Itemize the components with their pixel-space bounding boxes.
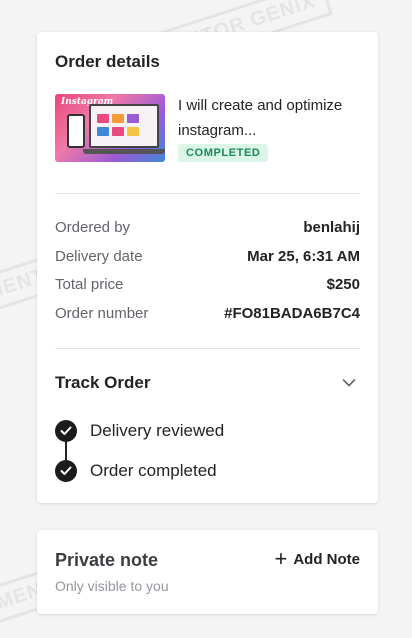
timeline-step-label: Delivery reviewed [90, 421, 225, 440]
detail-label: Ordered by [55, 218, 131, 236]
detail-row-delivery-date: Delivery date Mar 25, 6:31 AM [55, 246, 360, 266]
add-note-label: Add Note [293, 550, 360, 568]
private-note-title: Private note [55, 550, 159, 570]
divider [55, 348, 360, 349]
timeline-step-label: Order completed [90, 461, 217, 480]
private-note-subtitle: Only visible to you [55, 578, 169, 594]
laptop-illustration [83, 104, 165, 154]
detail-label: Total price [55, 275, 124, 293]
divider [55, 193, 360, 194]
plus-icon: + [274, 546, 288, 571]
track-order-title[interactable]: Track Order [55, 373, 150, 393]
detail-row-order-number: Order number #FO81BADA6B7C4 [55, 303, 360, 323]
check-circle-icon [55, 420, 77, 442]
chevron-down-icon[interactable] [342, 378, 356, 388]
detail-value: #FO81BADA6B7C4 [224, 304, 360, 322]
private-note-card: Private note Only visible to you + Add N… [37, 530, 378, 614]
phone-illustration [67, 114, 85, 148]
check-circle-icon [55, 460, 77, 482]
detail-value: Mar 25, 6:31 AM [247, 247, 360, 265]
status-badge: COMPLETED [178, 144, 269, 162]
detail-value: benlahij [303, 218, 360, 236]
gig-title[interactable]: I will create and optimize instagram... [178, 93, 358, 143]
detail-label: Delivery date [55, 247, 143, 265]
add-note-button[interactable]: + Add Note [274, 546, 360, 571]
order-details-title: Order details [55, 52, 160, 71]
detail-label: Order number [55, 304, 149, 322]
gig-thumbnail[interactable]: Instagram [55, 94, 165, 162]
detail-row-total-price: Total price $250 [55, 274, 360, 294]
detail-value: $250 [326, 275, 360, 293]
order-details-card: Order details Instagram I will create an… [37, 32, 378, 503]
detail-row-ordered-by: Ordered by benlahij [55, 217, 360, 237]
timeline-step-order-completed: Order completed [55, 460, 217, 482]
timeline-step-delivery-reviewed: Delivery reviewed [55, 420, 224, 442]
